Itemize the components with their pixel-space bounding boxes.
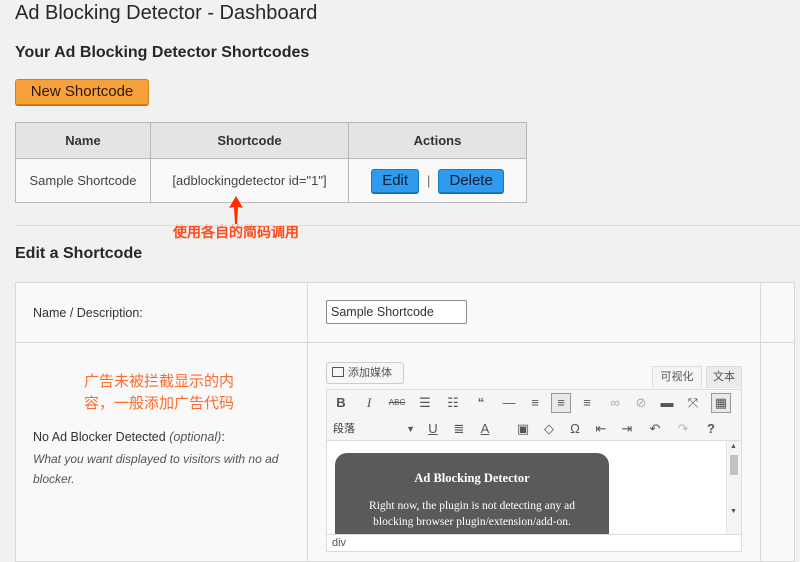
table-row: Sample Shortcode [adblockingdetector id=… xyxy=(15,158,527,203)
justify-icon[interactable]: ≣ xyxy=(449,419,469,439)
align-left-icon[interactable]: ≡ xyxy=(525,393,545,413)
shortcodes-table: Name Shortcode Actions Sample Shortcode … xyxy=(15,122,527,203)
bold-icon[interactable]: B xyxy=(331,393,351,413)
column-header-shortcode: Shortcode xyxy=(150,122,349,159)
media-icon xyxy=(332,367,344,377)
redo-icon[interactable]: ↷ xyxy=(673,419,693,439)
blockquote-icon[interactable]: “ xyxy=(471,393,491,413)
edit-form: Name / Description: 广告未被拦截显示的内 容，一般添加广告代… xyxy=(15,282,795,562)
column-header-actions: Actions xyxy=(348,122,527,159)
name-label: Name / Description: xyxy=(33,306,143,320)
page-title: Ad Blocking Detector - Dashboard xyxy=(15,2,318,24)
tab-text[interactable]: 文本 xyxy=(706,366,742,388)
shortcode-name-cell: Sample Shortcode xyxy=(15,158,151,203)
annotation-arrow-icon xyxy=(229,196,243,224)
name-input[interactable] xyxy=(326,300,467,324)
tab-visual[interactable]: 可视化 xyxy=(652,366,702,388)
text-color-icon[interactable]: A xyxy=(475,419,495,439)
align-right-icon[interactable]: ≡ xyxy=(577,393,597,413)
format-select[interactable]: 段落 ▼ xyxy=(331,420,417,438)
underline-icon[interactable]: U xyxy=(423,419,443,439)
chevron-down-icon: ▼ xyxy=(406,424,415,434)
no-adblock-help: What you want displayed to visitors with… xyxy=(33,452,279,486)
new-shortcode-button[interactable]: New Shortcode xyxy=(15,79,149,105)
editor-status-path: div xyxy=(326,534,742,552)
unlink-icon[interactable]: ⊘ xyxy=(631,393,651,413)
content-annotation: 广告未被拦截显示的内 容，一般添加广告代码 xyxy=(83,373,234,412)
add-media-button[interactable]: 添加媒体 xyxy=(326,362,404,384)
preview-card: Ad Blocking Detector Right now, the plug… xyxy=(335,453,609,535)
delete-button[interactable]: Delete xyxy=(438,168,504,193)
column-header-name: Name xyxy=(15,122,151,159)
no-adblock-label: No Ad Blocker Detected (optional): xyxy=(33,430,225,444)
numbered-list-icon[interactable]: ☷ xyxy=(443,393,463,413)
scroll-up-icon[interactable]: ▲ xyxy=(730,443,737,450)
shortcode-code-cell: [adblockingdetector id="1"] xyxy=(150,158,349,203)
scroll-down-icon[interactable]: ▼ xyxy=(730,508,737,515)
fullscreen-icon[interactable]: ⤧ xyxy=(683,393,703,413)
align-center-icon[interactable]: ≡ xyxy=(551,393,571,413)
toolbar-toggle-icon[interactable]: ▦ xyxy=(711,393,731,413)
actions-cell: Edit | Delete xyxy=(348,158,527,203)
editor-content[interactable]: Ad Blocking Detector Right now, the plug… xyxy=(326,441,742,536)
read-more-icon[interactable]: ▬ xyxy=(657,393,677,413)
editor-scrollbar[interactable]: ▲ ▼ xyxy=(726,441,741,535)
help-icon[interactable]: ? xyxy=(701,419,721,439)
scroll-thumb[interactable] xyxy=(730,455,738,475)
special-char-icon[interactable]: Ω xyxy=(565,419,585,439)
preview-text: Right now, the plugin is not detecting a… xyxy=(369,500,575,528)
section-title: Your Ad Blocking Detector Shortcodes xyxy=(15,44,310,61)
horizontal-line-icon[interactable]: — xyxy=(499,393,519,413)
editor-toolbar: B I ABC ☰ ☷ “ — ≡ ≡ ≡ ∞ ⊘ ▬ ⤧ ▦ 段落 ▼ U ≣… xyxy=(326,389,742,441)
divider xyxy=(15,225,800,226)
edit-button[interactable]: Edit xyxy=(371,168,420,193)
link-icon[interactable]: ∞ xyxy=(605,393,625,413)
indent-icon[interactable]: ⇥ xyxy=(617,419,637,439)
outdent-icon[interactable]: ⇤ xyxy=(591,419,611,439)
strikethrough-icon[interactable]: ABC xyxy=(387,393,407,413)
bullet-list-icon[interactable]: ☰ xyxy=(415,393,435,413)
action-separator: | xyxy=(427,172,431,188)
paste-text-icon[interactable]: ▣ xyxy=(513,419,533,439)
undo-icon[interactable]: ↶ xyxy=(645,419,665,439)
clear-format-icon[interactable]: ◇ xyxy=(539,419,559,439)
edit-shortcode-title: Edit a Shortcode xyxy=(15,245,143,262)
italic-icon[interactable]: I xyxy=(359,393,379,413)
preview-title: Ad Blocking Detector xyxy=(414,471,530,485)
